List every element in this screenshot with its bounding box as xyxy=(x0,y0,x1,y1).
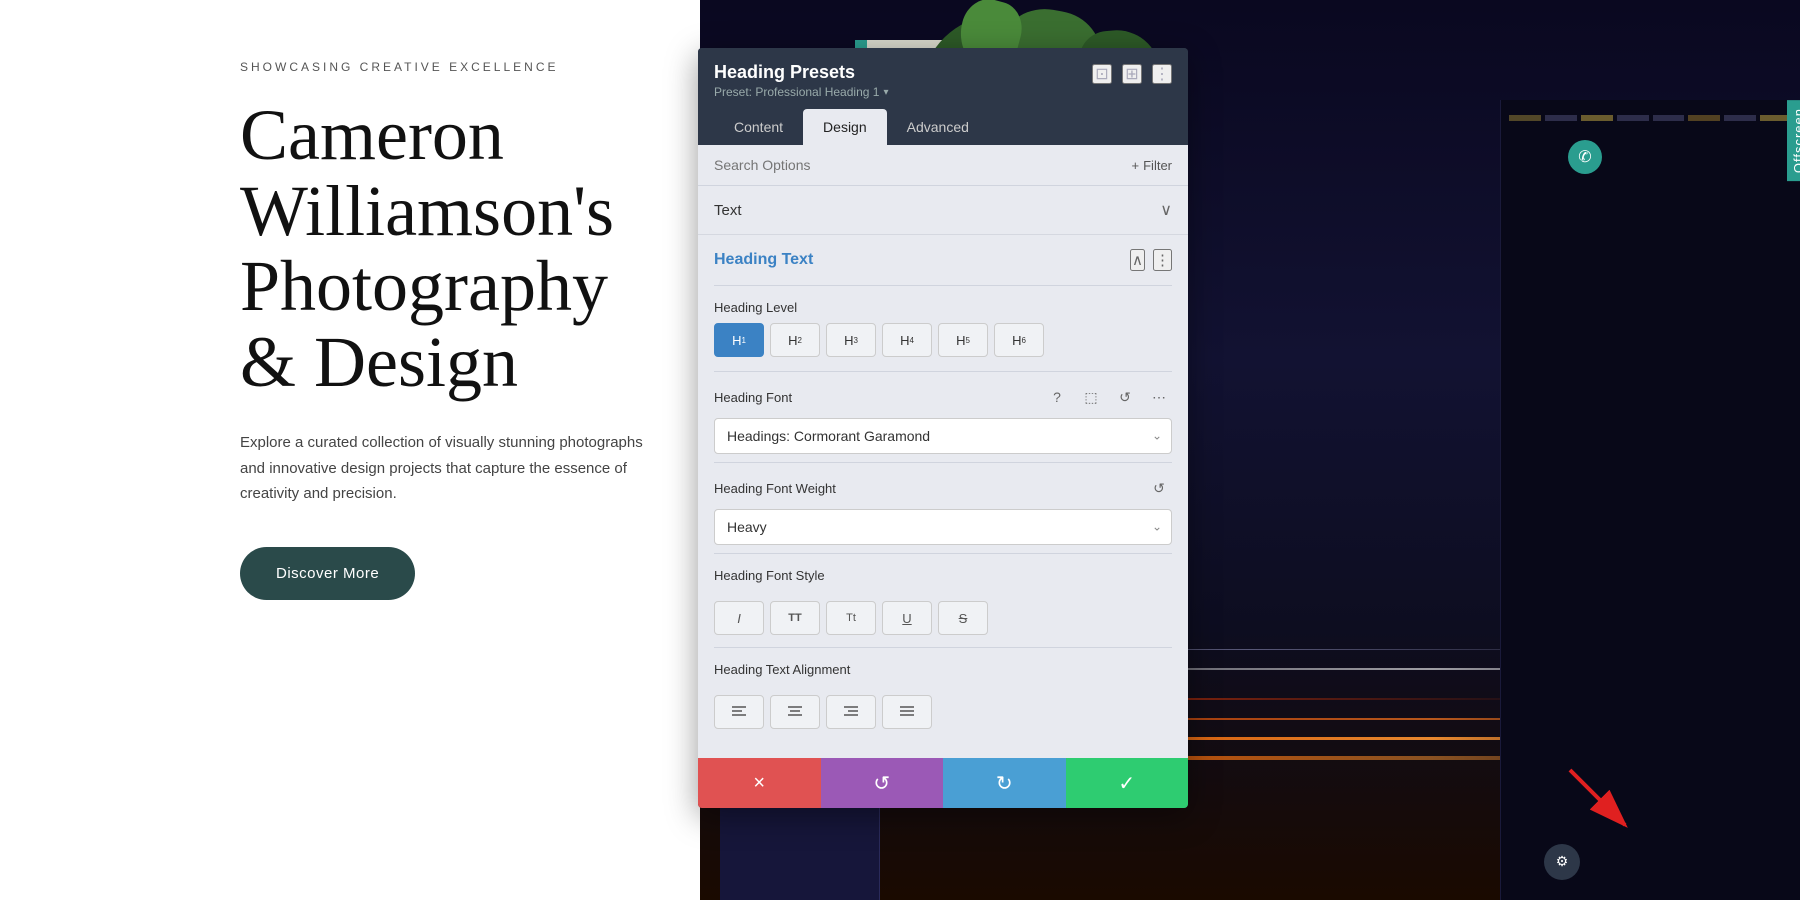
heading-text-section: Heading Text ∧ ⋮ Heading Level H1 H2 H3 … xyxy=(698,235,1188,737)
heading-font-mobile-icon[interactable]: ⬚ xyxy=(1078,384,1104,410)
heading-font-weight-select[interactable]: Heavy xyxy=(714,509,1172,545)
align-right-icon xyxy=(843,705,859,719)
divider-2 xyxy=(714,371,1172,372)
phone-icon: ✆ xyxy=(1578,147,1591,167)
panel-header: Heading Presets Preset: Professional Hea… xyxy=(698,48,1188,99)
divider-5 xyxy=(714,647,1172,648)
heading-presets-panel: Heading Presets Preset: Professional Hea… xyxy=(698,48,1188,808)
confirm-button[interactable]: ✓ xyxy=(1066,758,1189,808)
red-arrow-svg xyxy=(1560,760,1640,840)
left-content-area: SHOWCASING CREATIVE EXCELLENCE Cameron W… xyxy=(0,0,700,900)
redo-icon: ↻ xyxy=(996,771,1013,796)
panel-tabs: Content Design Advanced xyxy=(698,99,1188,145)
capitalize-button[interactable]: Tt xyxy=(826,601,876,635)
filter-button[interactable]: + Filter xyxy=(1132,158,1172,173)
heading-section-icons: ∧ ⋮ xyxy=(1130,249,1172,271)
heading-collapse-icon[interactable]: ∧ xyxy=(1130,249,1145,271)
heading-weight-reset-icon[interactable]: ↺ xyxy=(1146,475,1172,501)
heading-more-icon[interactable]: ⋮ xyxy=(1153,249,1172,271)
offscreen-label: Offscreen xyxy=(1787,100,1800,181)
heading-font-style-label: Heading Font Style xyxy=(714,568,1172,583)
search-input[interactable] xyxy=(714,157,1132,173)
h5-button[interactable]: H5 xyxy=(938,323,988,357)
heading-font-weight-row: Heading Font Weight ↺ xyxy=(698,467,1188,509)
panel-subtitle: Preset: Professional Heading 1 ▾ xyxy=(714,85,1092,99)
h6-button[interactable]: H6 xyxy=(994,323,1044,357)
more-options-icon[interactable]: ⋮ xyxy=(1152,64,1172,84)
align-center-icon xyxy=(787,705,803,719)
red-arrow-indicator xyxy=(1560,760,1640,840)
undo-icon: ↺ xyxy=(873,771,890,796)
heading-section-title: Heading Text xyxy=(714,251,813,269)
divider-4 xyxy=(714,553,1172,554)
uppercase-button[interactable]: TT xyxy=(770,601,820,635)
heading-font-more-icon[interactable]: ⋯ xyxy=(1146,384,1172,410)
italic-button[interactable]: I xyxy=(714,601,764,635)
heading-text-align-field: Heading Text Alignment xyxy=(698,652,1188,695)
layout-icon[interactable]: ⊞ xyxy=(1122,64,1142,84)
expand-icon[interactable]: ⊡ xyxy=(1092,64,1112,84)
h2-button[interactable]: H2 xyxy=(770,323,820,357)
text-chevron-icon: ∨ xyxy=(1160,200,1172,220)
align-left-icon xyxy=(731,705,747,719)
tab-advanced[interactable]: Advanced xyxy=(887,109,989,145)
text-section-row[interactable]: Text ∨ xyxy=(698,186,1188,235)
heading-font-help-icon[interactable]: ? xyxy=(1044,384,1070,410)
subtitle-dropdown-arrow[interactable]: ▾ xyxy=(883,87,888,98)
filter-plus-icon: + xyxy=(1132,158,1140,173)
tab-design[interactable]: Design xyxy=(803,109,887,145)
panel-title-block: Heading Presets Preset: Professional Hea… xyxy=(714,62,1092,99)
align-center-button[interactable] xyxy=(770,695,820,729)
heading-font-select[interactable]: Headings: Cormorant Garamond xyxy=(714,418,1172,454)
search-bar: + Filter xyxy=(698,145,1188,186)
heading-section-header: Heading Text ∧ ⋮ xyxy=(698,235,1188,281)
alignment-buttons xyxy=(698,695,1188,737)
h1-button[interactable]: H1 xyxy=(714,323,764,357)
underline-button[interactable]: U xyxy=(882,601,932,635)
align-right-button[interactable] xyxy=(826,695,876,729)
heading-level-label: Heading Level xyxy=(714,300,1172,315)
align-justify-button[interactable] xyxy=(882,695,932,729)
subtitle-text: Explore a curated collection of visually… xyxy=(240,430,650,507)
heading-text-align-label: Heading Text Alignment xyxy=(714,662,1172,677)
cancel-button[interactable]: × xyxy=(698,758,821,808)
divider-3 xyxy=(714,462,1172,463)
settings-icon: ⚙ xyxy=(1556,854,1569,871)
strikethrough-button[interactable]: S xyxy=(938,601,988,635)
heading-level-field: Heading Level H1 H2 H3 H4 H5 H6 xyxy=(698,290,1188,367)
h3-button[interactable]: H3 xyxy=(826,323,876,357)
font-style-buttons: I TT Tt U S xyxy=(698,601,1188,643)
divider-1 xyxy=(714,285,1172,286)
redo-button[interactable]: ↻ xyxy=(943,758,1066,808)
phone-float-button[interactable]: ✆ xyxy=(1568,140,1602,174)
tab-content[interactable]: Content xyxy=(714,109,803,145)
panel-body: + Filter Text ∨ Heading Text ∧ ⋮ Heading… xyxy=(698,145,1188,787)
panel-title: Heading Presets xyxy=(714,62,1092,83)
tagline-text: SHOWCASING CREATIVE EXCELLENCE xyxy=(240,60,650,74)
align-left-button[interactable] xyxy=(714,695,764,729)
confirm-icon: ✓ xyxy=(1118,771,1135,796)
heading-level-buttons: H1 H2 H3 H4 H5 H6 xyxy=(714,323,1172,357)
undo-button[interactable]: ↺ xyxy=(821,758,944,808)
cancel-icon: × xyxy=(753,772,765,795)
text-section-label: Text xyxy=(714,202,742,219)
heading-font-reset-icon[interactable]: ↺ xyxy=(1112,384,1138,410)
panel-footer: × ↺ ↻ ✓ xyxy=(698,758,1188,808)
heading-font-weight-label: Heading Font Weight xyxy=(714,481,1138,496)
main-title: Cameron Williamson's Photography & Desig… xyxy=(240,98,650,400)
align-justify-icon xyxy=(899,705,915,719)
floating-settings-icon[interactable]: ⚙ xyxy=(1544,844,1580,880)
heading-font-select-wrapper: Headings: Cormorant Garamond ⌄ xyxy=(714,418,1172,454)
h4-button[interactable]: H4 xyxy=(882,323,932,357)
heading-font-weight-select-wrapper: Heavy ⌄ xyxy=(714,509,1172,545)
heading-font-label: Heading Font xyxy=(714,390,1036,405)
panel-header-icons: ⊡ ⊞ ⋮ xyxy=(1092,62,1172,84)
discover-more-button[interactable]: Discover More xyxy=(240,547,415,600)
heading-font-style-field: Heading Font Style xyxy=(698,558,1188,601)
heading-font-row: Heading Font ? ⬚ ↺ ⋯ xyxy=(698,376,1188,418)
